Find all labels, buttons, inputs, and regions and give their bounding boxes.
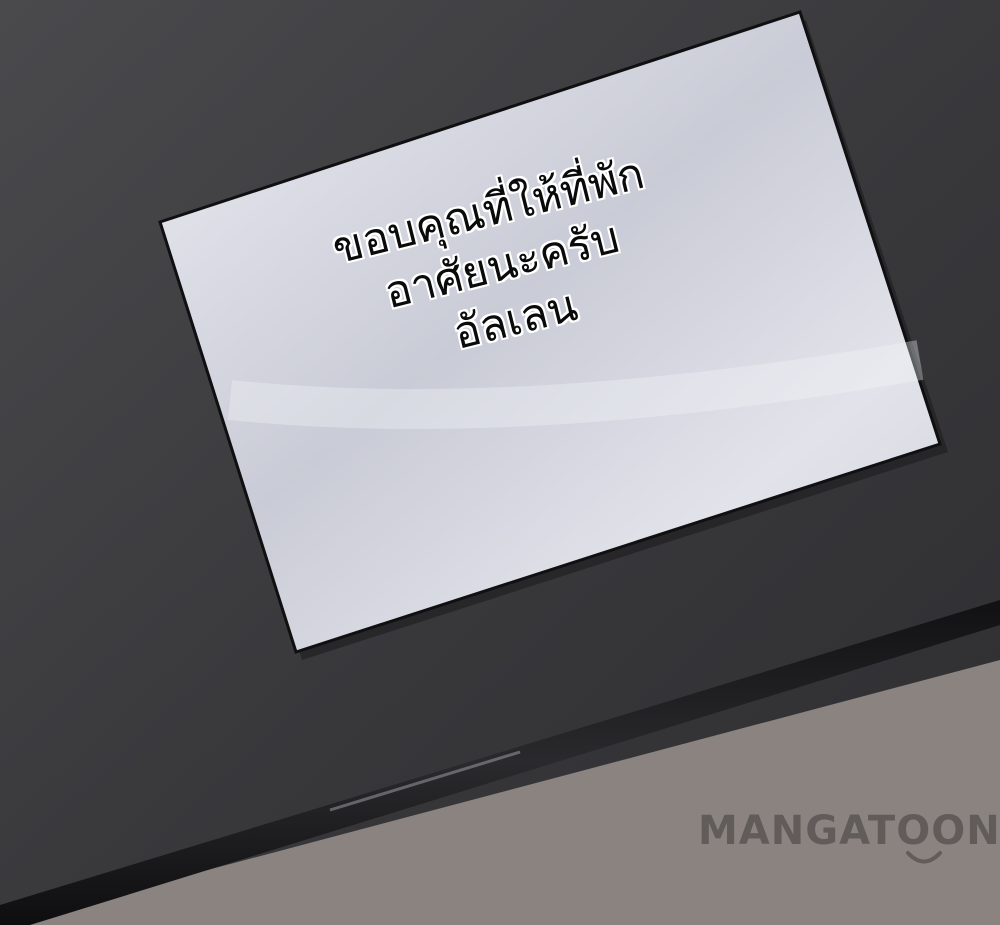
comic-panel: ขอบคุณที่ให้ที่พัก อาศัยนะครับ อัลเลน MA… <box>0 0 1000 925</box>
panel-background <box>0 0 1000 925</box>
watermark-logo: MANGATOON <box>698 808 1000 854</box>
smile-icon <box>906 851 942 864</box>
